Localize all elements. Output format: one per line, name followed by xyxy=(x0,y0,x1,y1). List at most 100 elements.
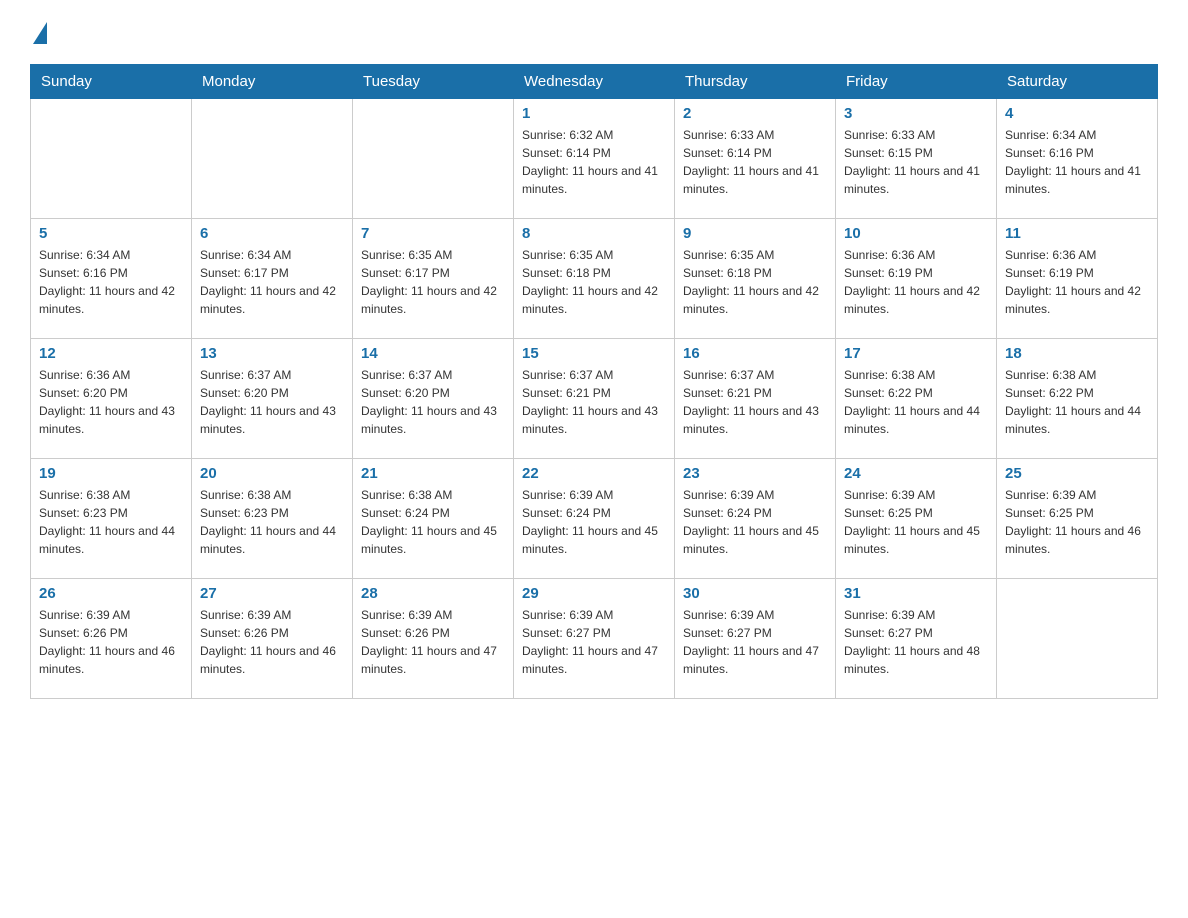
day-info: Sunrise: 6:33 AM Sunset: 6:15 PM Dayligh… xyxy=(844,126,988,198)
day-info: Sunrise: 6:33 AM Sunset: 6:14 PM Dayligh… xyxy=(683,126,827,198)
day-number: 24 xyxy=(844,465,988,482)
day-number: 31 xyxy=(844,585,988,602)
calendar-cell xyxy=(192,99,353,219)
day-number: 8 xyxy=(522,225,666,242)
day-info: Sunrise: 6:34 AM Sunset: 6:17 PM Dayligh… xyxy=(200,246,344,318)
day-number: 20 xyxy=(200,465,344,482)
day-info: Sunrise: 6:35 AM Sunset: 6:18 PM Dayligh… xyxy=(522,246,666,318)
day-number: 21 xyxy=(361,465,505,482)
day-info: Sunrise: 6:38 AM Sunset: 6:23 PM Dayligh… xyxy=(39,486,183,558)
calendar-cell: 23 Sunrise: 6:39 AM Sunset: 6:24 PM Dayli… xyxy=(675,459,836,579)
page-header xyxy=(30,20,1158,44)
calendar-table: SundayMondayTuesdayWednesdayThursdayFrid… xyxy=(30,64,1158,699)
day-number: 10 xyxy=(844,225,988,242)
calendar-cell: 22 Sunrise: 6:39 AM Sunset: 6:24 PM Dayli… xyxy=(514,459,675,579)
calendar-cell xyxy=(31,99,192,219)
day-info: Sunrise: 6:36 AM Sunset: 6:19 PM Dayligh… xyxy=(844,246,988,318)
day-number: 7 xyxy=(361,225,505,242)
calendar-cell: 27 Sunrise: 6:39 AM Sunset: 6:26 PM Dayli… xyxy=(192,579,353,699)
day-number: 18 xyxy=(1005,345,1149,362)
day-number: 9 xyxy=(683,225,827,242)
day-number: 26 xyxy=(39,585,183,602)
calendar-cell: 7 Sunrise: 6:35 AM Sunset: 6:17 PM Daylig… xyxy=(353,219,514,339)
day-info: Sunrise: 6:34 AM Sunset: 6:16 PM Dayligh… xyxy=(39,246,183,318)
day-info: Sunrise: 6:39 AM Sunset: 6:24 PM Dayligh… xyxy=(683,486,827,558)
day-number: 25 xyxy=(1005,465,1149,482)
day-number: 27 xyxy=(200,585,344,602)
day-number: 15 xyxy=(522,345,666,362)
day-info: Sunrise: 6:39 AM Sunset: 6:26 PM Dayligh… xyxy=(39,606,183,678)
calendar-cell: 12Sunrise: 6:36 AM Sunset: 6:20 PM Dayli… xyxy=(31,339,192,459)
calendar-cell: 1 Sunrise: 6:32 AM Sunset: 6:14 PM Daylig… xyxy=(514,99,675,219)
week-row-3: 12Sunrise: 6:36 AM Sunset: 6:20 PM Dayli… xyxy=(31,339,1158,459)
day-number: 14 xyxy=(361,345,505,362)
day-info: Sunrise: 6:37 AM Sunset: 6:21 PM Dayligh… xyxy=(683,366,827,438)
day-info: Sunrise: 6:36 AM Sunset: 6:20 PM Dayligh… xyxy=(39,366,183,438)
day-info: Sunrise: 6:39 AM Sunset: 6:26 PM Dayligh… xyxy=(200,606,344,678)
calendar-cell: 4 Sunrise: 6:34 AM Sunset: 6:16 PM Daylig… xyxy=(997,99,1158,219)
day-info: Sunrise: 6:39 AM Sunset: 6:25 PM Dayligh… xyxy=(844,486,988,558)
day-number: 19 xyxy=(39,465,183,482)
day-info: Sunrise: 6:36 AM Sunset: 6:19 PM Dayligh… xyxy=(1005,246,1149,318)
calendar-cell: 3 Sunrise: 6:33 AM Sunset: 6:15 PM Daylig… xyxy=(836,99,997,219)
day-info: Sunrise: 6:37 AM Sunset: 6:20 PM Dayligh… xyxy=(361,366,505,438)
day-info: Sunrise: 6:38 AM Sunset: 6:23 PM Dayligh… xyxy=(200,486,344,558)
day-info: Sunrise: 6:39 AM Sunset: 6:26 PM Dayligh… xyxy=(361,606,505,678)
header-friday: Friday xyxy=(836,65,997,99)
day-number: 29 xyxy=(522,585,666,602)
day-number: 30 xyxy=(683,585,827,602)
day-number: 22 xyxy=(522,465,666,482)
day-info: Sunrise: 6:39 AM Sunset: 6:25 PM Dayligh… xyxy=(1005,486,1149,558)
day-number: 13 xyxy=(200,345,344,362)
calendar-cell xyxy=(353,99,514,219)
header-sunday: Sunday xyxy=(31,65,192,99)
week-row-5: 26 Sunrise: 6:39 AM Sunset: 6:26 PM Dayli… xyxy=(31,579,1158,699)
calendar-cell: 19 Sunrise: 6:38 AM Sunset: 6:23 PM Dayli… xyxy=(31,459,192,579)
header-monday: Monday xyxy=(192,65,353,99)
day-number: 28 xyxy=(361,585,505,602)
calendar-cell: 24 Sunrise: 6:39 AM Sunset: 6:25 PM Dayli… xyxy=(836,459,997,579)
week-row-4: 19 Sunrise: 6:38 AM Sunset: 6:23 PM Dayli… xyxy=(31,459,1158,579)
calendar-cell: 31 Sunrise: 6:39 AM Sunset: 6:27 PM Dayli… xyxy=(836,579,997,699)
day-info: Sunrise: 6:39 AM Sunset: 6:27 PM Dayligh… xyxy=(844,606,988,678)
logo xyxy=(30,20,47,44)
day-number: 17 xyxy=(844,345,988,362)
calendar-cell: 28 Sunrise: 6:39 AM Sunset: 6:26 PM Dayli… xyxy=(353,579,514,699)
calendar-cell: 18Sunrise: 6:38 AM Sunset: 6:22 PM Dayli… xyxy=(997,339,1158,459)
logo-triangle-icon xyxy=(33,22,47,44)
week-row-1: 1 Sunrise: 6:32 AM Sunset: 6:14 PM Daylig… xyxy=(31,99,1158,219)
day-number: 11 xyxy=(1005,225,1149,242)
day-info: Sunrise: 6:39 AM Sunset: 6:24 PM Dayligh… xyxy=(522,486,666,558)
calendar-cell: 8 Sunrise: 6:35 AM Sunset: 6:18 PM Daylig… xyxy=(514,219,675,339)
calendar-cell: 9Sunrise: 6:35 AM Sunset: 6:18 PM Daylig… xyxy=(675,219,836,339)
calendar-cell xyxy=(997,579,1158,699)
calendar-cell: 21 Sunrise: 6:38 AM Sunset: 6:24 PM Dayli… xyxy=(353,459,514,579)
day-info: Sunrise: 6:39 AM Sunset: 6:27 PM Dayligh… xyxy=(683,606,827,678)
day-info: Sunrise: 6:38 AM Sunset: 6:24 PM Dayligh… xyxy=(361,486,505,558)
day-info: Sunrise: 6:37 AM Sunset: 6:20 PM Dayligh… xyxy=(200,366,344,438)
header-tuesday: Tuesday xyxy=(353,65,514,99)
day-number: 3 xyxy=(844,105,988,122)
day-number: 4 xyxy=(1005,105,1149,122)
calendar-cell: 14 Sunrise: 6:37 AM Sunset: 6:20 PM Dayli… xyxy=(353,339,514,459)
day-number: 16 xyxy=(683,345,827,362)
calendar-cell: 16 Sunrise: 6:37 AM Sunset: 6:21 PM Dayli… xyxy=(675,339,836,459)
calendar-cell: 26 Sunrise: 6:39 AM Sunset: 6:26 PM Dayli… xyxy=(31,579,192,699)
calendar-cell: 13 Sunrise: 6:37 AM Sunset: 6:20 PM Dayli… xyxy=(192,339,353,459)
day-number: 5 xyxy=(39,225,183,242)
day-info: Sunrise: 6:37 AM Sunset: 6:21 PM Dayligh… xyxy=(522,366,666,438)
day-info: Sunrise: 6:32 AM Sunset: 6:14 PM Dayligh… xyxy=(522,126,666,198)
calendar-cell: 17Sunrise: 6:38 AM Sunset: 6:22 PM Dayli… xyxy=(836,339,997,459)
week-row-2: 5 Sunrise: 6:34 AM Sunset: 6:16 PM Daylig… xyxy=(31,219,1158,339)
calendar-cell: 29Sunrise: 6:39 AM Sunset: 6:27 PM Dayli… xyxy=(514,579,675,699)
day-info: Sunrise: 6:35 AM Sunset: 6:17 PM Dayligh… xyxy=(361,246,505,318)
day-info: Sunrise: 6:34 AM Sunset: 6:16 PM Dayligh… xyxy=(1005,126,1149,198)
day-number: 6 xyxy=(200,225,344,242)
day-number: 1 xyxy=(522,105,666,122)
calendar-cell: 2 Sunrise: 6:33 AM Sunset: 6:14 PM Daylig… xyxy=(675,99,836,219)
day-number: 23 xyxy=(683,465,827,482)
calendar-cell: 10 Sunrise: 6:36 AM Sunset: 6:19 PM Dayli… xyxy=(836,219,997,339)
calendar-header-row: SundayMondayTuesdayWednesdayThursdayFrid… xyxy=(31,65,1158,99)
header-saturday: Saturday xyxy=(997,65,1158,99)
day-number: 2 xyxy=(683,105,827,122)
